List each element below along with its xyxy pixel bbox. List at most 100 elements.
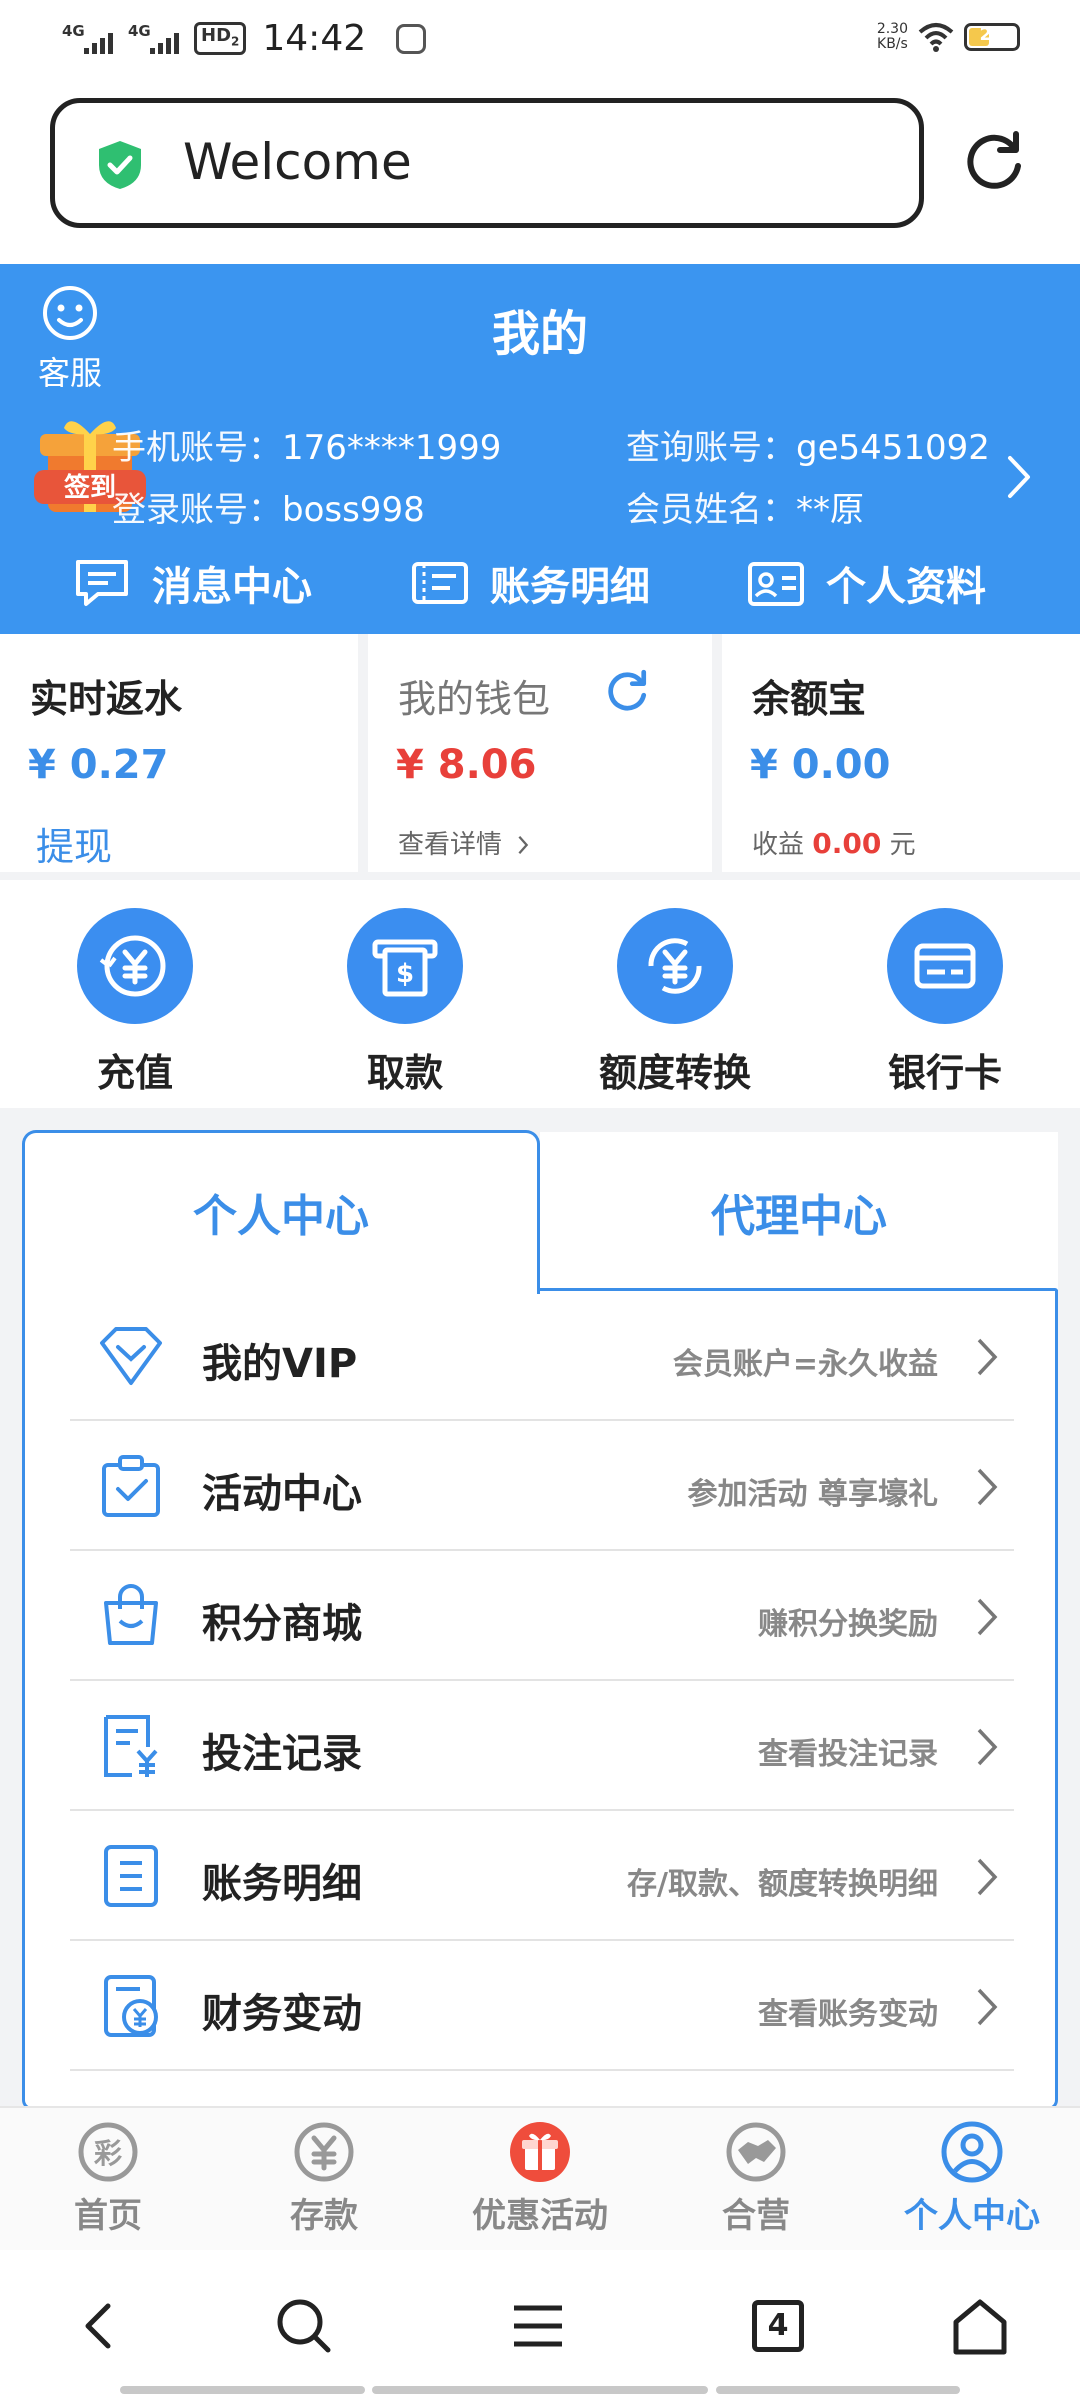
document-list-icon — [104, 1845, 158, 1907]
handshake-icon — [726, 2122, 786, 2182]
menu-item-finance-changes[interactable]: 财务变动 查看账务变动 — [70, 1941, 1014, 2071]
nav-deposit-label: 存款 — [290, 2196, 358, 2236]
sign-in-badge-text: 签到 — [64, 472, 116, 503]
menu-item-desc: 会员账户=永久收益 — [672, 1347, 938, 1382]
bank-card-button[interactable]: 银行卡 — [845, 908, 1045, 1097]
nav-promotions[interactable]: 优惠活动 — [440, 2120, 640, 2237]
bank-card-label: 银行卡 — [887, 1051, 1002, 1095]
status-bar: 4G 4G HD2 14:42 2.30 KB/s 20 — [0, 0, 1080, 84]
speed-unit: KB/s — [877, 36, 908, 52]
nav-partnership-label: 合营 — [722, 2196, 790, 2236]
chevron-right-icon — [977, 1728, 998, 1766]
view-details-label: 查看详情 — [398, 830, 503, 860]
wallet-cards: 实时返水 ¥ 0.27 提现 我的钱包 ¥ 8.06 查看详情 余额宝 ¥ 0.… — [0, 634, 1080, 872]
page-title: 我的 — [491, 306, 588, 362]
hd-label: HD — [201, 24, 232, 46]
home-icon[interactable] — [948, 2294, 1012, 2358]
ticket-icon — [412, 562, 468, 604]
shield-check-icon — [99, 141, 141, 189]
gift-box-icon — [510, 2122, 570, 2182]
status-time: 14:42 — [262, 18, 367, 59]
battery-icon: 20 — [964, 23, 1020, 51]
tab-agent-center-label[interactable]: 代理中心 — [540, 1180, 1058, 1244]
personal-profile-label: 个人资料 — [826, 564, 986, 610]
menu-item-activity-center[interactable]: 活动中心 参加活动 尊享壕礼 — [70, 1421, 1014, 1551]
income-label: 收益 — [752, 830, 805, 860]
chevron-right-icon — [977, 1858, 998, 1896]
message-center-link[interactable]: 消息中心 — [72, 554, 312, 612]
wallet-refresh-icon[interactable] — [604, 668, 650, 714]
account-details-link[interactable]: 账务明细 — [410, 554, 650, 612]
gesture-bar-segment — [120, 2386, 365, 2394]
transfer-button[interactable]: 额度转换 — [575, 908, 775, 1097]
menu-item-desc: 赚积分换奖励 — [758, 1607, 938, 1642]
recharge-icon — [99, 935, 166, 997]
member-label: 会员姓名： — [626, 490, 796, 530]
gesture-bar-segment — [372, 2386, 708, 2394]
reload-icon[interactable] — [964, 130, 1026, 192]
search-icon[interactable] — [272, 2294, 336, 2358]
my-wallet-title: 我的钱包 — [398, 677, 551, 721]
address-field[interactable]: Welcome — [50, 98, 924, 228]
tab-personal-center-label[interactable]: 个人中心 — [22, 1180, 540, 1244]
withdraw-button[interactable]: $ 取款 — [305, 908, 505, 1097]
view-details-link[interactable]: 查看详情 — [398, 824, 530, 861]
yuebao-title: 余额宝 — [752, 677, 867, 721]
rebate-title: 实时返水 — [30, 677, 183, 721]
menu-icon[interactable] — [506, 2294, 570, 2358]
clipboard-check-icon — [102, 1455, 160, 1517]
nav-personal-center[interactable]: 个人中心 — [872, 2120, 1072, 2237]
menu-item-points-mall[interactable]: 积分商城 赚积分换奖励 — [70, 1551, 1014, 1681]
currency-exchange-icon — [648, 938, 702, 994]
signal-label-2: 4G — [128, 21, 151, 40]
url-text: Welcome — [183, 133, 412, 191]
svg-text:$: $ — [396, 959, 414, 989]
menu-item-name: 活动中心 — [202, 1471, 362, 1517]
personal-profile-link[interactable]: 个人资料 — [746, 554, 986, 612]
hd-voice-icon: HD2 — [194, 21, 247, 56]
yuebao-amount: ¥ 0.00 — [750, 742, 891, 788]
menu-item-account-details[interactable]: 账务明细 存/取款、额度转换明细 — [70, 1811, 1014, 1941]
details-chevron-icon — [518, 835, 529, 855]
menu-item-desc: 存/取款、额度转换明细 — [627, 1867, 938, 1902]
profile-chevron-right-icon[interactable] — [1004, 452, 1034, 502]
menu-item-vip[interactable]: 我的VIP 会员账户=永久收益 — [70, 1291, 1014, 1421]
nav-deposit[interactable]: 存款 — [224, 2120, 424, 2237]
finance-change-icon — [104, 1975, 158, 2037]
message-center-label: 消息中心 — [152, 564, 312, 610]
message-icon — [76, 560, 128, 606]
query-value: ge5451092 — [796, 428, 990, 468]
id-card-icon — [748, 562, 804, 606]
my-wallet-card: 我的钱包 ¥ 8.06 查看详情 — [368, 634, 712, 872]
login-label: 登录账号： — [112, 490, 282, 530]
yuebao-income: 收益 0.00 元 — [752, 824, 916, 861]
tab-count-button[interactable]: 4 — [752, 2300, 804, 2352]
menu-item-name: 我的VIP — [202, 1341, 358, 1387]
nav-home[interactable]: 彩 首页 — [8, 2120, 208, 2237]
hd-sub-label: 2 — [231, 34, 240, 49]
nav-home-label: 首页 — [74, 2196, 142, 2236]
rebate-card: 实时返水 ¥ 0.27 提现 — [0, 634, 358, 872]
nav-partnership[interactable]: 合营 — [656, 2120, 856, 2237]
signal-label: 4G — [62, 21, 85, 40]
withdraw-rebate-link[interactable]: 提现 — [36, 816, 112, 871]
battery-level: 20 — [979, 24, 1005, 45]
back-arrow-icon[interactable] — [68, 2294, 132, 2358]
profile-header: 客服 我的 签到 手机账号：176****1999 查询账号：ge5451092… — [0, 264, 1080, 634]
menu-item-name: 财务变动 — [202, 1991, 362, 2037]
chevron-right-icon — [977, 1338, 998, 1376]
transfer-label: 额度转换 — [598, 1051, 751, 1095]
atm-icon: $ — [372, 939, 438, 997]
my-wallet-amount: ¥ 8.06 — [396, 742, 537, 788]
browser-url-bar: Welcome — [0, 84, 1080, 264]
menu-item-desc: 参加活动 尊享壕礼 — [687, 1477, 938, 1512]
signal-icon: 4G — [62, 22, 118, 56]
menu-item-name: 投注记录 — [202, 1731, 362, 1777]
wifi-icon — [918, 23, 954, 52]
member-value: **原 — [796, 490, 864, 530]
menu-item-bet-records[interactable]: 投注记录 查看投注记录 — [70, 1681, 1014, 1811]
account-details-label: 账务明细 — [490, 564, 650, 610]
recharge-button[interactable]: 充值 — [35, 908, 235, 1097]
chevron-right-icon — [977, 1988, 998, 2026]
nav-promotions-label: 优惠活动 — [472, 2196, 608, 2236]
